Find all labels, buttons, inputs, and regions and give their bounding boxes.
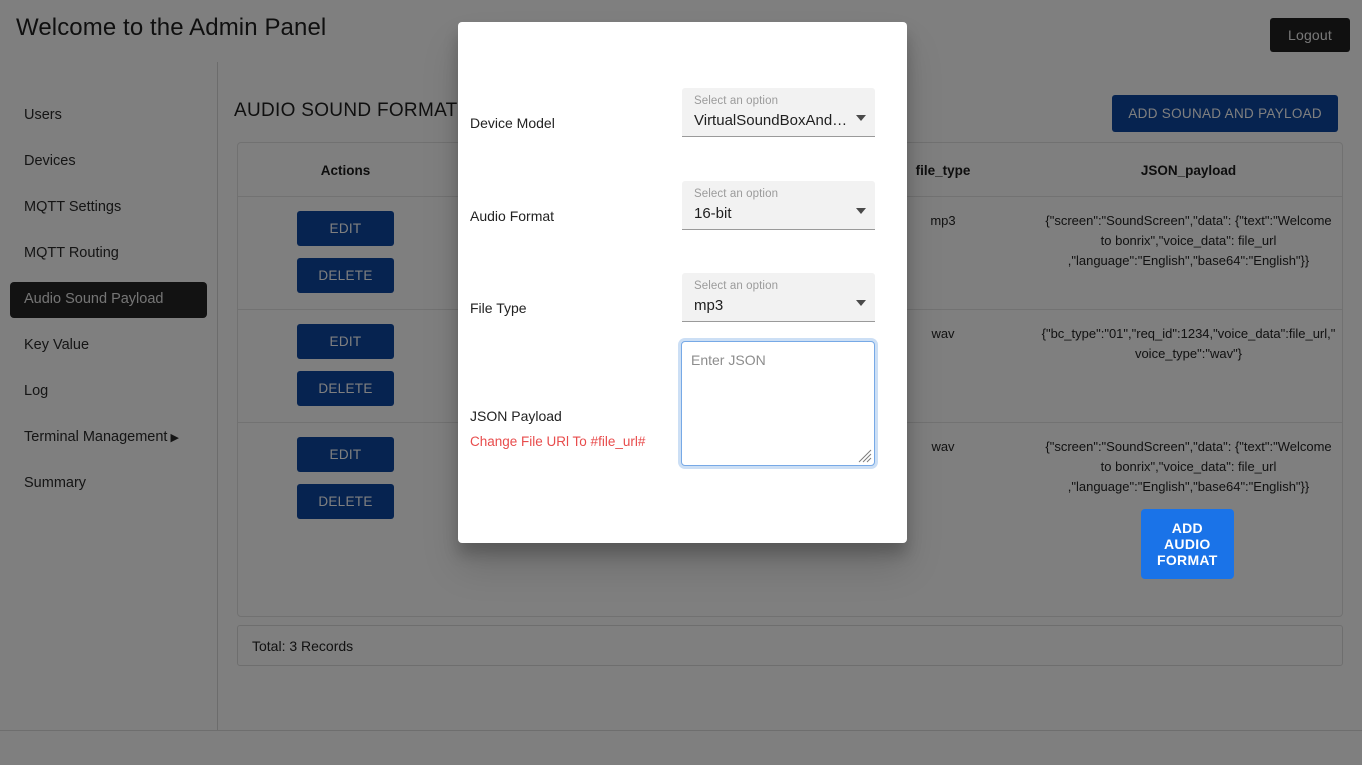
device-model-select[interactable]: Select an option VirtualSoundBoxAnd…	[682, 88, 875, 137]
json-payload-label: JSON Payload	[470, 408, 562, 424]
device-model-floating-label: Select an option	[694, 95, 779, 107]
chevron-down-icon	[856, 300, 866, 306]
audio-format-value: 16-bit	[694, 205, 732, 222]
file-type-label: File Type	[470, 300, 527, 316]
json-payload-input[interactable]	[681, 341, 875, 466]
device-model-value: VirtualSoundBoxAnd…	[694, 112, 848, 129]
chevron-down-icon	[856, 208, 866, 214]
json-payload-note: Change File URl To #file_url#	[470, 434, 646, 449]
file-type-select[interactable]: Select an option mp3	[682, 273, 875, 322]
file-type-value: mp3	[694, 297, 724, 314]
audio-format-label: Audio Format	[470, 208, 555, 224]
audio-format-floating-label: Select an option	[694, 188, 779, 200]
chevron-down-icon	[856, 115, 866, 121]
audio-format-select[interactable]: Select an option 16-bit	[682, 181, 875, 230]
file-type-floating-label: Select an option	[694, 280, 779, 292]
add-audio-format-button[interactable]: ADD AUDIO FORMAT	[1141, 509, 1234, 579]
device-model-label: Device Model	[470, 115, 555, 131]
